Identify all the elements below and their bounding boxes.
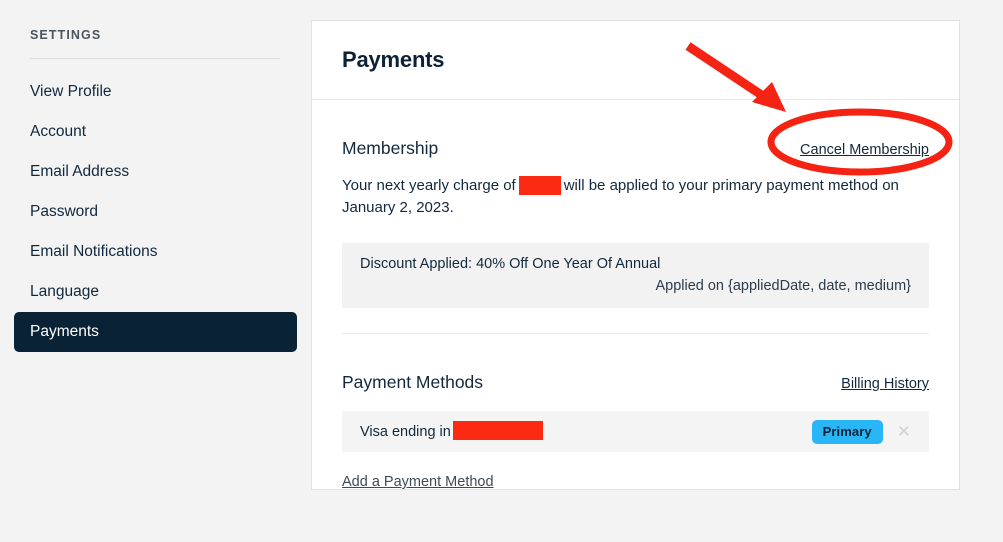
add-payment-method-link[interactable]: Add a Payment Method (342, 474, 494, 490)
payment-method-label: Visa ending in (360, 421, 812, 441)
discount-applied-date: Applied on {appliedDate, date, medium} (655, 278, 911, 294)
redacted-amount (518, 175, 561, 195)
sidebar-item-account[interactable]: Account (14, 112, 297, 152)
sidebar-item-label: Email Address (30, 163, 130, 180)
sidebar-item-email-notifications[interactable]: Email Notifications (14, 232, 297, 272)
sidebar-divider (30, 58, 280, 59)
sidebar-item-email-address[interactable]: Email Address (14, 152, 297, 192)
membership-section-header: Membership Cancel Membership (342, 138, 929, 159)
card-brand-text: Visa ending in (360, 423, 451, 440)
discount-applied-text: Discount Applied: 40% Off One Year Of An… (360, 256, 661, 272)
sidebar-item-label: Language (30, 283, 99, 300)
sidebar-header: SETTINGS (30, 28, 102, 42)
settings-sidebar: SETTINGS View Profile Account Email Addr… (0, 0, 311, 542)
sidebar-item-language[interactable]: Language (14, 272, 297, 312)
discount-banner: Discount Applied: 40% Off One Year Of An… (342, 243, 929, 308)
sidebar-item-label: Email Notifications (30, 243, 158, 260)
sidebar-item-view-profile[interactable]: View Profile (14, 72, 297, 112)
page-title: Payments (342, 47, 445, 72)
payment-method-row: Visa ending in Primary ✕ (342, 411, 929, 452)
payment-methods-section-header: Payment Methods Billing History (342, 372, 929, 393)
sidebar-item-payments[interactable]: Payments (14, 312, 297, 352)
sidebar-item-label: Payments (30, 323, 99, 340)
status-badge-primary: Primary (811, 419, 883, 444)
redacted-card-number (452, 421, 543, 440)
billing-history-link[interactable]: Billing History (841, 376, 929, 392)
payments-card: Payments Membership Cancel Membership Yo… (311, 20, 960, 490)
sidebar-item-label: Password (30, 203, 99, 220)
cancel-membership-link[interactable]: Cancel Membership (800, 142, 929, 158)
sidebar-item-password[interactable]: Password (14, 192, 297, 232)
sidebar-nav-list: View Profile Account Email Address Passw… (0, 72, 311, 352)
membership-title: Membership (342, 138, 439, 158)
payment-methods-title: Payment Methods (342, 372, 484, 392)
card-header: Payments (312, 21, 959, 100)
card-body: Membership Cancel Membership Your next y… (312, 138, 959, 491)
sidebar-item-label: View Profile (30, 83, 112, 100)
membership-description: Your next yearly charge of will be applie… (342, 175, 929, 219)
close-icon[interactable]: ✕ (897, 423, 911, 440)
sidebar-item-label: Account (30, 123, 87, 140)
membership-description-part1: Your next yearly charge of (342, 177, 516, 194)
section-divider (342, 333, 929, 334)
